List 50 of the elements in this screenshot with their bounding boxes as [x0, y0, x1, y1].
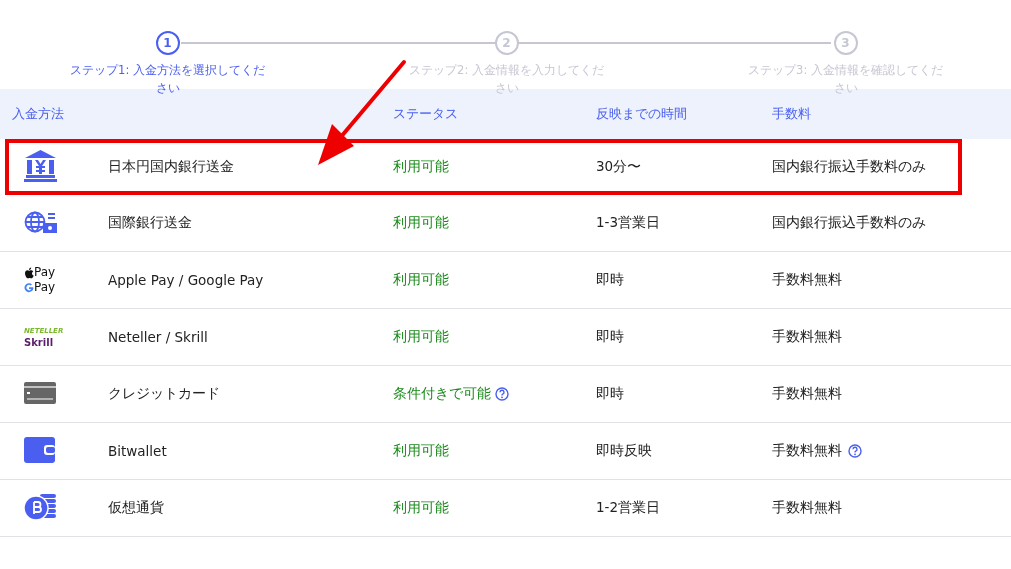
time-text: 30分〜	[596, 158, 643, 176]
status-text: 利用可能	[393, 328, 449, 346]
help-icon[interactable]	[848, 444, 862, 458]
globe-money-icon	[24, 210, 57, 233]
status-text: 利用可能	[393, 499, 449, 517]
fee-text: 国内銀行振込手数料のみ	[772, 214, 926, 232]
table-row[interactable]: Pay Pay Apple Pay / Google Pay 利用可能 即時 手数料無料	[0, 252, 1011, 309]
time-text: 1-2営業日	[596, 499, 662, 517]
google-pay-logo: Pay	[24, 280, 58, 295]
status-text: 利用可能	[393, 271, 449, 289]
time-text: 即時	[596, 385, 625, 403]
time-text: 1-3営業日	[596, 214, 662, 232]
fee-text: 手数料無料	[772, 271, 842, 289]
apple-pay-logo: Pay	[24, 265, 58, 280]
method-name: クレジットカード	[108, 385, 221, 403]
column-header: ステータス	[393, 105, 459, 123]
status-text: 利用可能	[393, 442, 449, 460]
method-name: 仮想通貨	[108, 499, 165, 517]
table-row[interactable]: クレジットカード 条件付きで可能 即時 手数料無料	[0, 366, 1011, 423]
skrill-logo: Skrill	[24, 337, 55, 349]
time-text: 即時反映	[596, 442, 653, 460]
time-text: 即時	[596, 271, 625, 289]
fee-text: 手数料無料	[772, 442, 842, 460]
time-text: 即時	[596, 328, 625, 346]
fee-text: 手数料無料	[772, 499, 842, 517]
column-header: 入金方法	[11, 105, 65, 123]
method-name: 国際銀行送金	[108, 214, 193, 232]
wallet-icon	[24, 436, 55, 463]
method-name: Bitwallet	[108, 443, 168, 459]
table-row[interactable]: 国際銀行送金 利用可能 1-3営業日 国内銀行振込手数料のみ	[0, 195, 1011, 252]
column-header: 反映までの時間	[596, 105, 688, 123]
credit-card-icon	[24, 381, 56, 404]
bank-icon	[24, 149, 57, 182]
method-name: 日本円国内銀行送金	[108, 158, 235, 176]
fee-text: 国内銀行振込手数料のみ	[772, 158, 926, 176]
crypto-coins-icon	[24, 493, 56, 520]
highlighted-row[interactable]: 日本円国内銀行送金 利用可能 30分〜 国内銀行振込手数料のみ	[5, 139, 962, 195]
table-row[interactable]: 仮想通貨 利用可能 1-2営業日 手数料無料	[0, 480, 1011, 537]
status-text: 条件付きで可能	[393, 385, 491, 403]
table-row[interactable]: Bitwallet 利用可能 即時反映 手数料無料	[0, 423, 1011, 480]
status-text: 利用可能	[393, 214, 449, 232]
fee-text: 手数料無料	[772, 385, 842, 403]
step-label: ステップ1: 入金方法を選択してください	[69, 62, 266, 97]
method-name: Neteller / Skrill	[108, 329, 209, 345]
status-text: 利用可能	[393, 158, 449, 176]
column-header: 手数料	[772, 105, 812, 123]
help-icon[interactable]	[495, 387, 509, 401]
fee-text: 手数料無料	[772, 328, 842, 346]
method-name: Apple Pay / Google Pay	[108, 272, 265, 288]
step-number[interactable]: 1	[155, 31, 180, 55]
